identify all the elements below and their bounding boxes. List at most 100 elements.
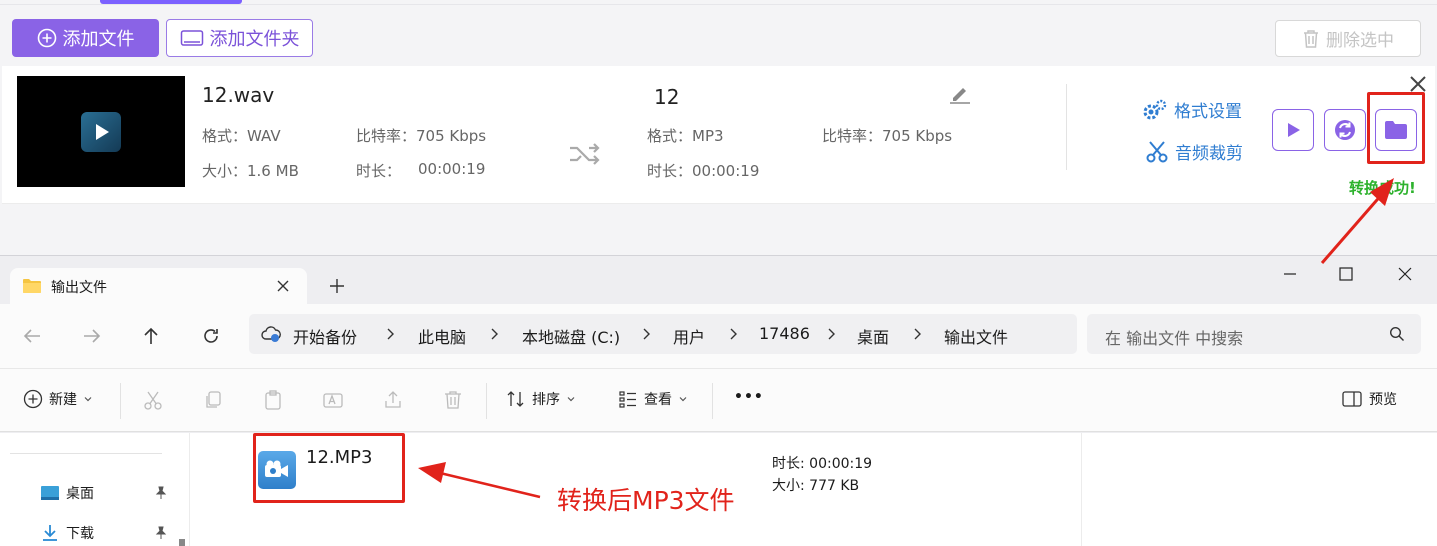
breadcrumb-item[interactable]: 此电脑	[418, 324, 466, 348]
video-thumbnail[interactable]	[17, 76, 185, 187]
navigation-pane: 桌面 下载	[0, 433, 190, 546]
nav-item-label: 桌面	[66, 486, 94, 502]
chevron-right-icon	[387, 328, 394, 340]
divider	[1066, 84, 1067, 170]
preview-label: 预览	[1369, 392, 1397, 408]
converter-app: 添加文件 添加文件夹 删除选中 12.wav 格式：WAV 比特率：705 Kb…	[0, 0, 1437, 255]
minimize-icon[interactable]	[1280, 264, 1300, 284]
share-icon[interactable]	[382, 389, 404, 411]
source-size: 大小：1.6 MB	[202, 162, 299, 180]
delete-icon[interactable]	[442, 389, 464, 411]
maximize-icon[interactable]	[1336, 264, 1356, 284]
desktop-icon	[41, 486, 59, 500]
close-icon[interactable]	[1408, 74, 1428, 94]
sort-icon	[507, 391, 524, 407]
breadcrumb-item[interactable]: 17486	[759, 324, 810, 343]
more-options-button[interactable]: •••	[734, 389, 764, 405]
divider	[486, 383, 487, 419]
explorer-tab[interactable]: 输出文件	[10, 268, 307, 304]
preview-pane-icon	[1342, 391, 1362, 407]
chevron-down-icon	[84, 397, 92, 402]
divider	[712, 383, 713, 419]
breadcrumb-item[interactable]: 本地磁盘 (C:)	[522, 324, 620, 348]
play-button[interactable]	[1272, 109, 1314, 151]
close-window-icon[interactable]	[1395, 264, 1415, 284]
rename-icon[interactable]	[322, 389, 344, 411]
gear-icon	[1143, 99, 1167, 119]
search-icon	[1389, 326, 1404, 341]
add-file-button[interactable]: 添加文件	[12, 19, 159, 57]
breadcrumb-item[interactable]: 输出文件	[944, 324, 1008, 348]
back-arrow-icon[interactable]	[20, 324, 44, 348]
sort-button[interactable]: 排序	[506, 389, 576, 409]
format-settings-label: 格式设置	[1174, 102, 1242, 122]
play-icon	[1288, 123, 1300, 137]
up-arrow-icon[interactable]	[139, 324, 163, 348]
file-explorer-window: 输出文件 开始备份 此电脑 本地磁盘 (C:) 用户 17486 桌面 输出文件…	[0, 255, 1437, 546]
shuffle-icon	[570, 143, 600, 165]
chevron-right-icon	[643, 328, 650, 340]
breadcrumb-item[interactable]: 用户	[673, 324, 705, 348]
breadcrumb-item[interactable]: 桌面	[857, 324, 889, 348]
divider	[1081, 433, 1082, 546]
output-duration: 时长：00:00:19	[647, 162, 760, 180]
output-format: 格式：MP3	[647, 127, 724, 145]
close-icon[interactable]	[274, 277, 292, 295]
scrollbar[interactable]	[179, 539, 185, 546]
view-list-icon	[619, 391, 636, 408]
copy-icon[interactable]	[202, 389, 224, 411]
nav-item-downloads[interactable]: 下载	[40, 523, 94, 543]
view-label: 查看	[644, 392, 672, 408]
scissors-icon	[1146, 140, 1168, 162]
address-bar[interactable]: 开始备份 此电脑 本地磁盘 (C:) 用户 17486 桌面 输出文件	[249, 314, 1077, 354]
preview-button[interactable]: 预览	[1341, 389, 1397, 409]
pin-icon[interactable]	[154, 526, 168, 540]
output-file-name[interactable]: 12	[654, 85, 679, 109]
chevron-down-icon	[679, 397, 687, 402]
add-folder-label: 添加文件夹	[209, 29, 300, 50]
paste-icon[interactable]	[262, 389, 284, 411]
nav-item-label: 下载	[66, 526, 94, 542]
trash-icon	[1304, 29, 1318, 48]
success-message: 转换成功!	[1349, 179, 1416, 197]
command-bar: 新建 排序 查看 ••• 预览	[0, 368, 1437, 432]
new-label: 新建	[49, 392, 77, 408]
file-duration: 时长: 00:00:19	[772, 456, 873, 472]
refresh-icon[interactable]	[199, 324, 223, 348]
backup-cloud-icon	[261, 326, 281, 342]
delete-selected-button[interactable]: 删除选中	[1275, 20, 1421, 57]
reconvert-button[interactable]	[1324, 109, 1366, 151]
download-arrow-icon	[43, 525, 57, 541]
folder-icon	[180, 30, 203, 46]
divider	[0, 4, 1437, 5]
view-button[interactable]: 查看	[618, 389, 688, 409]
source-file-name: 12.wav	[202, 83, 275, 107]
format-settings-link[interactable]: 格式设置	[1142, 97, 1242, 122]
screenshot-root: 添加文件 添加文件夹 删除选中 12.wav 格式：WAV 比特率：705 Kb…	[0, 0, 1437, 546]
cut-icon[interactable]	[142, 389, 164, 411]
content-area: 桌面 下载 12.MP3 时长: 00:00:19 大小: 777 KB 转换后…	[0, 433, 1437, 546]
new-tab-icon[interactable]	[327, 276, 347, 296]
chevron-right-icon	[730, 328, 737, 340]
refresh-icon	[1335, 120, 1355, 140]
highlight-output-file	[253, 433, 405, 503]
tab-title: 输出文件	[51, 280, 107, 296]
new-button[interactable]: 新建	[23, 389, 93, 409]
folder-icon	[23, 279, 41, 293]
add-file-label: 添加文件	[62, 29, 135, 50]
edit-pencil-icon[interactable]	[948, 84, 972, 104]
add-folder-button[interactable]: 添加文件夹	[166, 19, 313, 57]
annotation-label: 转换后MP3文件	[557, 486, 735, 515]
source-format: 格式：WAV	[202, 127, 281, 145]
highlight-open-folder	[1367, 92, 1425, 164]
file-card: 12.wav 格式：WAV 比特率：705 Kbps 大小：1.6 MB 时长：…	[2, 66, 1435, 204]
nav-item-desktop[interactable]: 桌面	[40, 483, 94, 503]
breadcrumb-item[interactable]: 开始备份	[293, 324, 357, 348]
forward-arrow-icon[interactable]	[80, 324, 104, 348]
pin-icon[interactable]	[154, 486, 168, 500]
search-box[interactable]: 在 输出文件 中搜索	[1087, 314, 1421, 354]
audio-trim-link[interactable]: 音频裁剪	[1145, 139, 1243, 164]
audio-trim-label: 音频裁剪	[1175, 144, 1243, 164]
file-size: 大小: 777 KB	[772, 478, 860, 494]
play-file-icon	[81, 111, 121, 152]
